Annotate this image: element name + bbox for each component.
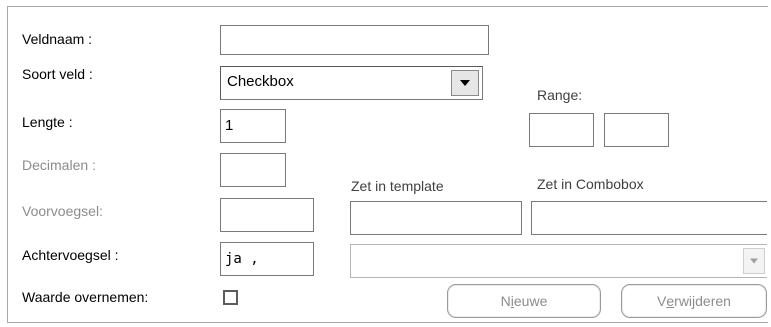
soort-veld-dropdown-button[interactable] <box>451 70 479 96</box>
lengte-input[interactable]: 1 <box>220 109 286 143</box>
decimalen-input[interactable] <box>220 153 286 187</box>
combobox-dropdown-button[interactable] <box>743 248 765 274</box>
range-label: Range: <box>537 87 583 103</box>
waarde-overnemen-checkbox[interactable] <box>223 290 238 305</box>
range-from-input[interactable] <box>529 113 594 147</box>
verwijderen-label-mnemonic: e <box>666 293 675 309</box>
zet-in-template-label: Zet in template <box>351 178 444 194</box>
soort-veld-selected-value: Checkbox <box>227 73 294 90</box>
combobox-select[interactable] <box>350 244 767 278</box>
lengte-label: Lengte : <box>22 114 73 130</box>
voorvoegsel-label: Voorvoegsel: <box>22 203 103 219</box>
chevron-down-icon <box>460 80 470 86</box>
zet-in-combobox-input[interactable] <box>531 201 767 235</box>
veldnaam-label: Veldnaam : <box>22 31 93 47</box>
soort-veld-label: Soort veld : <box>22 66 93 82</box>
veldnaam-input[interactable] <box>220 25 489 55</box>
range-to-input[interactable] <box>604 113 669 147</box>
verwijderen-label-pre: V <box>657 293 667 309</box>
waarde-overnemen-label: Waarde overnemen: <box>22 289 149 305</box>
nieuwe-label-post: euwe <box>513 293 548 309</box>
chevron-down-icon <box>750 258 758 264</box>
verwijderen-button[interactable]: Ve rwijderen <box>621 284 767 318</box>
nieuwe-label-pre: N <box>500 293 511 309</box>
zet-in-combobox-label: Zet in Combobox <box>537 176 644 192</box>
achtervoegsel-input[interactable]: ja , <box>220 242 314 276</box>
verwijderen-label-post: rwijderen <box>674 293 731 309</box>
voorvoegsel-input[interactable] <box>220 198 314 232</box>
nieuwe-button[interactable]: Ni euwe <box>447 284 601 318</box>
decimalen-label: Decimalen : <box>22 157 96 173</box>
soort-veld-select[interactable]: Checkbox <box>220 66 483 100</box>
zet-in-template-input[interactable] <box>350 201 522 235</box>
achtervoegsel-label: Achtervoegsel : <box>22 247 119 263</box>
